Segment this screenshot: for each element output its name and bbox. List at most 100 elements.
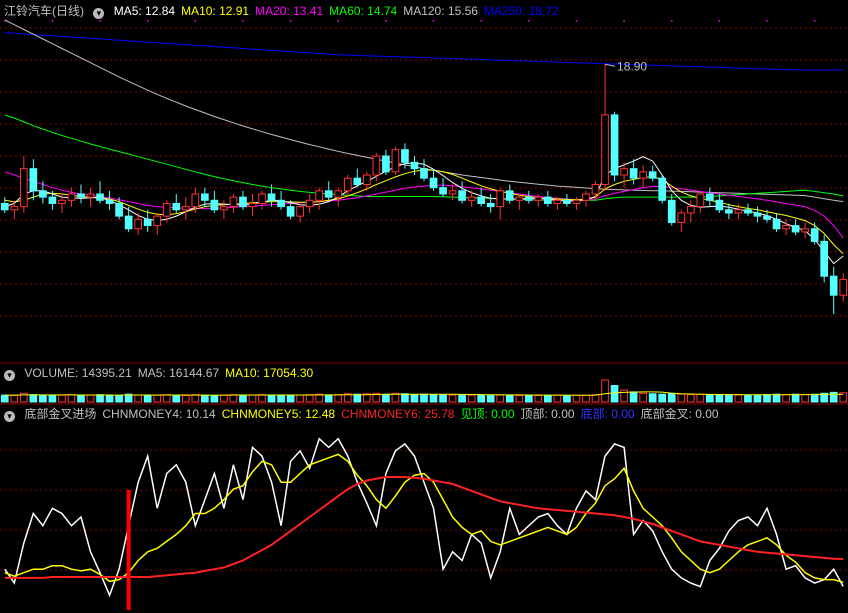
candle-body bbox=[706, 193, 714, 201]
volume-bar bbox=[220, 394, 228, 403]
volume-bar bbox=[172, 394, 181, 403]
volume-bar bbox=[210, 395, 219, 403]
candle-body bbox=[29, 168, 38, 192]
candle-body bbox=[610, 114, 619, 176]
candle-body bbox=[696, 193, 705, 208]
candle-body bbox=[810, 228, 819, 242]
candle-body bbox=[229, 196, 238, 208]
ma-label-4: MA120: 15.56 bbox=[403, 4, 478, 18]
candle-body bbox=[105, 199, 114, 204]
volume-bar bbox=[429, 394, 438, 403]
volume-label-0: VOLUME: 14395.21 bbox=[24, 366, 132, 380]
volume-bar bbox=[458, 394, 466, 403]
volume-bar bbox=[582, 394, 590, 403]
candle-body bbox=[582, 193, 590, 201]
volume-bar bbox=[782, 394, 790, 403]
volume-bar bbox=[629, 391, 638, 403]
candle-body bbox=[39, 190, 47, 198]
candle-body bbox=[220, 206, 228, 211]
candle-body bbox=[296, 206, 304, 217]
candle-body bbox=[124, 215, 133, 230]
volume-bar bbox=[563, 395, 571, 403]
candle-body bbox=[763, 215, 771, 220]
candle-body bbox=[591, 183, 600, 195]
signal-dot bbox=[670, 20, 673, 22]
volume-bar bbox=[0, 394, 9, 403]
candle-body bbox=[725, 209, 733, 214]
high-marker-label: 18.90 bbox=[617, 59, 647, 73]
candle-body bbox=[58, 199, 66, 204]
bottom-golden-cross-signal-bar bbox=[126, 490, 131, 610]
indicator-label-6: 底部: 0.00 bbox=[580, 407, 635, 421]
signal-dot bbox=[623, 20, 625, 22]
signal-dot bbox=[766, 20, 768, 22]
volume-bar bbox=[201, 394, 209, 403]
volume-bar bbox=[29, 394, 38, 403]
volume-bar bbox=[544, 394, 552, 403]
candle-body bbox=[248, 202, 257, 208]
volume-bar bbox=[105, 394, 114, 403]
candle-body bbox=[677, 212, 686, 223]
candle-body bbox=[458, 190, 466, 201]
volume-bar bbox=[191, 394, 200, 403]
chevron-down-icon[interactable]: ▾ bbox=[93, 8, 105, 19]
candle-body bbox=[629, 168, 638, 179]
candle-body bbox=[439, 187, 447, 195]
chevron-down-icon[interactable]: ▾ bbox=[4, 370, 15, 381]
ma-label-2: MA20: 13.41 bbox=[255, 4, 324, 18]
candle-body bbox=[496, 190, 505, 208]
signal-dot bbox=[384, 20, 387, 22]
candle-body bbox=[772, 218, 781, 230]
candle-body bbox=[382, 155, 390, 173]
volume-bar bbox=[267, 394, 276, 403]
volume-bar bbox=[67, 394, 76, 403]
candle-body bbox=[258, 193, 266, 204]
ma-label-0: MA5: 12.84 bbox=[113, 4, 176, 18]
chart-canvas: 18.90 bbox=[0, 19, 848, 610]
volume-bar bbox=[706, 394, 714, 403]
volume-bar bbox=[39, 394, 47, 403]
volume-bar bbox=[610, 385, 619, 403]
volume-bar bbox=[258, 394, 266, 403]
candle-body bbox=[277, 199, 285, 208]
volume-panel-header: ▾ VOLUME: 14395.21 MA5: 16144.67 MA10: 170… bbox=[4, 365, 325, 381]
volume-bar bbox=[420, 393, 428, 403]
candle-body bbox=[134, 218, 142, 230]
volume-bar bbox=[639, 392, 647, 403]
volume-bar bbox=[58, 394, 66, 403]
volume-bar bbox=[10, 395, 19, 403]
candle-body bbox=[115, 202, 123, 217]
volume-bar bbox=[86, 394, 95, 403]
volume-bar bbox=[515, 395, 524, 403]
candle-body bbox=[505, 190, 514, 201]
volume-bar bbox=[801, 394, 809, 403]
candle-body bbox=[201, 193, 209, 201]
volume-bar bbox=[534, 395, 543, 403]
candle-body bbox=[334, 190, 343, 198]
volume-bar bbox=[477, 394, 486, 403]
signal-dot bbox=[813, 20, 816, 22]
candle-body bbox=[715, 199, 724, 211]
candle-body bbox=[782, 225, 790, 230]
ma250-line bbox=[4, 32, 844, 71]
candle-body bbox=[534, 196, 543, 201]
candle-body bbox=[315, 190, 324, 201]
signal-dot bbox=[432, 20, 435, 22]
indicator-label-5: 顶部: 0.00 bbox=[520, 407, 575, 421]
candle-body bbox=[515, 196, 524, 201]
volume-bar bbox=[744, 394, 752, 403]
candle-body bbox=[96, 193, 104, 201]
volume-bar bbox=[134, 394, 142, 403]
candle-body bbox=[191, 193, 200, 208]
candle-body bbox=[410, 161, 419, 170]
chevron-down-icon[interactable]: ▾ bbox=[4, 411, 15, 422]
candle-body bbox=[686, 206, 695, 214]
candle-body bbox=[477, 196, 486, 204]
volume-bar bbox=[286, 395, 295, 403]
volume-bar bbox=[353, 393, 362, 403]
candle-body bbox=[372, 155, 381, 176]
candle-body bbox=[667, 199, 676, 223]
volume-bar bbox=[48, 395, 57, 403]
stock-name: 江铃汽车(日线) bbox=[4, 4, 84, 18]
ma-label-1: MA10: 12.91 bbox=[181, 4, 250, 18]
